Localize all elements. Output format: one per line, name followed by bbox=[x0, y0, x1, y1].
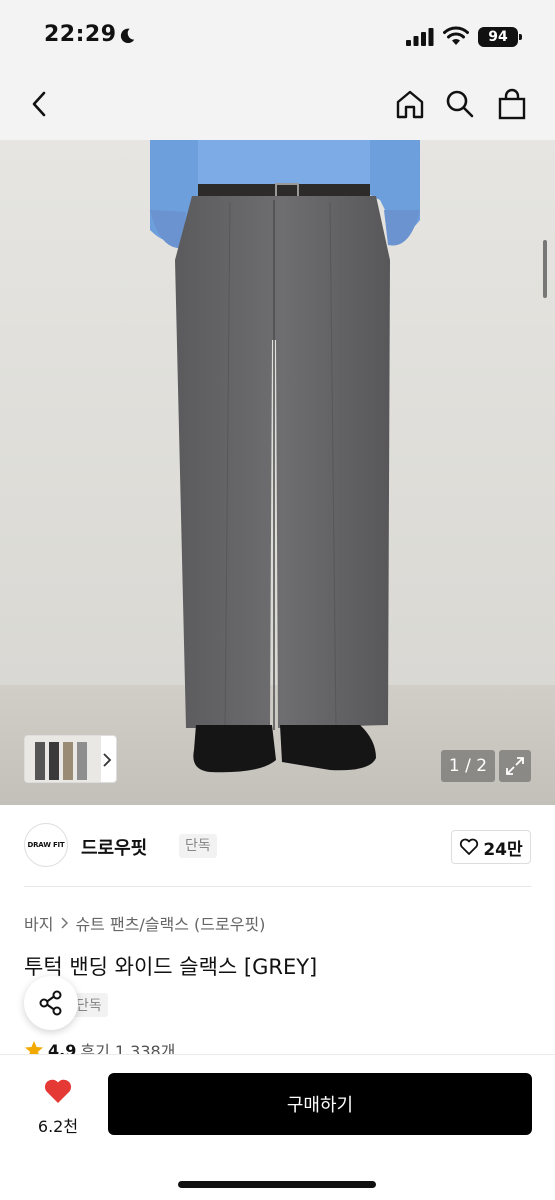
exclusive-badge: 단독 bbox=[179, 834, 217, 858]
home-indicator bbox=[178, 1181, 376, 1188]
chevron-left-icon bbox=[32, 91, 46, 117]
divider bbox=[24, 886, 531, 887]
heart-filled-icon bbox=[44, 1079, 72, 1103]
breadcrumb-subcategory[interactable]: 슈트 팬츠/슬랙스 (드로우핏) bbox=[75, 911, 265, 935]
bottom-bar: 6.2천 구매하기 bbox=[0, 1054, 555, 1200]
share-button[interactable] bbox=[24, 976, 78, 1030]
scroll-indicator[interactable] bbox=[543, 240, 547, 298]
heart-outline-icon bbox=[460, 838, 479, 855]
brand-logo[interactable]: DRAW FIT bbox=[24, 823, 68, 867]
brand-logo-text: DRAW FIT bbox=[27, 841, 65, 849]
brand-row: DRAW FIT 드로우핏 단독 24만 bbox=[24, 820, 531, 872]
back-button[interactable] bbox=[20, 84, 60, 124]
thumbnail-strip[interactable] bbox=[24, 735, 117, 783]
chevron-right-icon bbox=[61, 917, 69, 929]
signal-icon bbox=[406, 28, 434, 46]
brand-name[interactable]: 드로우핏 bbox=[81, 834, 147, 860]
expand-icon bbox=[506, 757, 524, 775]
shopping-bag-icon bbox=[498, 88, 526, 120]
wishlist-button[interactable]: 6.2천 bbox=[30, 1075, 86, 1136]
expand-button[interactable] bbox=[499, 750, 531, 782]
search-icon bbox=[446, 90, 474, 118]
buy-button[interactable]: 구매하기 bbox=[108, 1073, 532, 1135]
cart-button[interactable] bbox=[492, 84, 532, 124]
brand-like-button[interactable]: 24만 bbox=[451, 830, 531, 864]
wifi-icon bbox=[443, 26, 469, 45]
product-title: 투턱 밴딩 와이드 슬랙스 [GREY] bbox=[24, 955, 318, 979]
wishlist-count: 6.2천 bbox=[37, 1117, 79, 1136]
image-counter: 1 / 2 bbox=[441, 750, 495, 782]
share-icon bbox=[39, 990, 62, 1016]
breadcrumb-category[interactable]: 바지 bbox=[24, 911, 53, 935]
home-button[interactable] bbox=[390, 84, 430, 124]
nav-bar bbox=[0, 70, 555, 140]
battery-indicator: 94 bbox=[478, 27, 522, 47]
breadcrumb: 바지 슈트 팬츠/슬랙스 (드로우핏) bbox=[24, 911, 265, 935]
product-thumbnail[interactable] bbox=[25, 736, 101, 782]
home-icon bbox=[396, 90, 424, 119]
chevron-right-icon bbox=[103, 753, 112, 767]
moon-icon bbox=[120, 28, 135, 44]
status-bar: 22:29 94 bbox=[0, 0, 555, 70]
status-time: 22:29 bbox=[44, 22, 117, 47]
search-button[interactable] bbox=[440, 84, 480, 124]
product-image[interactable] bbox=[0, 140, 555, 805]
product-photo bbox=[0, 140, 555, 805]
brand-like-count: 24만 bbox=[483, 839, 523, 860]
